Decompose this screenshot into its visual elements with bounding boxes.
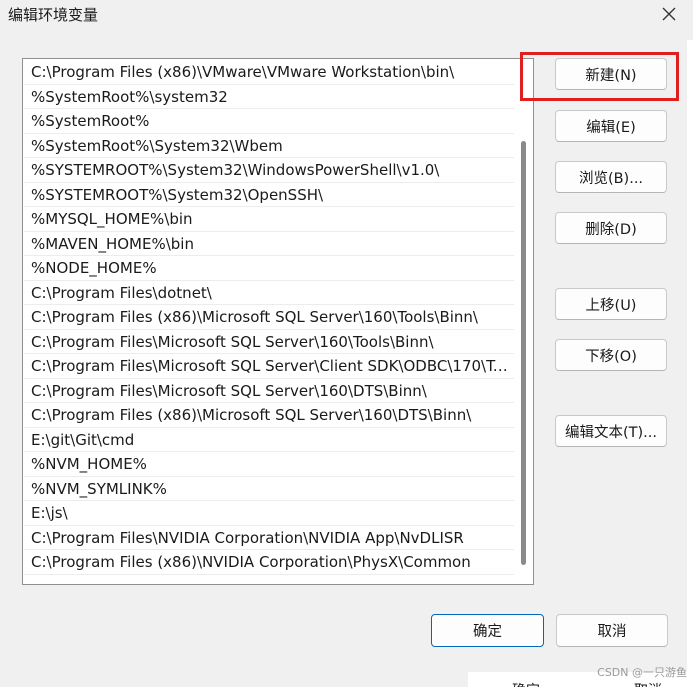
ok-button[interactable]: 确定 [431,614,544,647]
path-list-item[interactable]: %MAVEN_HOME%\bin [24,232,514,256]
edit-env-variable-dialog: 编辑环境变量 C:\Program Files (x86)\VMware\VMw… [0,0,693,687]
path-list-item[interactable]: %MYSQL_HOME%\bin [24,207,514,232]
path-list-item[interactable]: %NVM_SYMLINK% [24,477,514,501]
path-list-item[interactable]: E:\git\Git\cmd [24,428,514,452]
path-list-item[interactable]: E:\js\ [24,501,514,526]
close-button[interactable] [653,0,685,28]
path-list-item[interactable]: C:\Program Files\Microsoft SQL Server\16… [24,330,514,354]
scrollbar-thumb[interactable] [521,141,526,565]
path-list-item[interactable]: C:\Program Files\Microsoft SQL Server\16… [24,379,514,403]
path-list-item[interactable]: C:\Program Files\Microsoft SQL Server\Cl… [24,354,514,379]
path-list-item[interactable]: %SystemRoot%\system32 [24,85,514,109]
vertical-scrollbar[interactable] [517,61,531,582]
path-list-item[interactable]: %SystemRoot% [24,109,514,134]
path-list-item[interactable]: C:\Program Files (x86)\NVIDIA Corporatio… [24,550,514,575]
move-down-button[interactable]: 下移(O) [555,339,667,371]
path-list-item[interactable]: C:\Program Files (x86)\Microsoft SQL Ser… [24,305,514,330]
background-ok-label: 确定 [512,680,540,687]
path-list-item[interactable]: %SYSTEMROOT%\System32\WindowsPowerShell\… [24,158,514,183]
path-list-item[interactable]: %SYSTEMROOT%\System32\OpenSSH\ [24,183,514,207]
cancel-button[interactable]: 取消 [556,614,668,647]
path-list-item[interactable]: %NODE_HOME% [24,256,514,281]
path-list-item[interactable]: C:\Program Files (x86)\VMware\VMware Wor… [24,60,514,85]
watermark: CSDN @一只游鱼 [597,666,687,679]
path-list-item[interactable]: C:\Program Files\NVIDIA Corporation\NVID… [24,526,514,550]
edit-button[interactable]: 编辑(E) [555,110,667,142]
background-window-edge [687,40,693,672]
close-icon [662,7,676,21]
edit-text-button[interactable]: 编辑文本(T)... [555,415,667,447]
path-list-item[interactable]: C:\Program Files (x86)\Microsoft SQL Ser… [24,403,514,428]
path-list-item[interactable]: %NVM_HOME% [24,452,514,477]
window-title: 编辑环境变量 [8,6,99,24]
background-cancel-label: 取消 [634,680,662,687]
browse-button[interactable]: 浏览(B)... [555,161,667,193]
move-up-button[interactable]: 上移(U) [555,288,667,320]
delete-button[interactable]: 删除(D) [555,212,667,244]
title-bar: 编辑环境变量 [0,0,693,30]
new-button[interactable]: 新建(N) [555,58,667,90]
path-list-item[interactable]: C:\Program Files\dotnet\ [24,281,514,305]
path-listbox[interactable]: C:\Program Files (x86)\VMware\VMware Wor… [22,58,534,585]
path-list-item[interactable]: %SystemRoot%\System32\Wbem [24,134,514,158]
